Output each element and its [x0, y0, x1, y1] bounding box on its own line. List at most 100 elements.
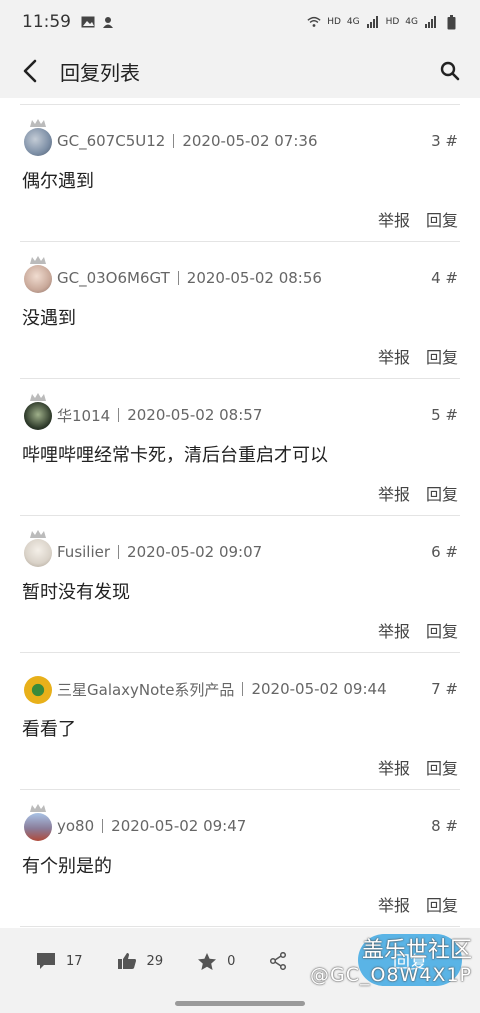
like-button[interactable]: 29 — [117, 952, 163, 970]
gallery-icon — [81, 15, 95, 29]
reply-list[interactable]: GC_607C5U12 2020-05-02 07:36 3 # 偶尔遇到 举报… — [0, 98, 480, 928]
separator — [118, 408, 120, 422]
separator — [173, 134, 175, 148]
reply-actions: 举报 回复 — [378, 755, 458, 779]
reply-actions: 举报 回复 — [378, 892, 458, 916]
watermark-user: @GC_O8W4X1P — [310, 964, 472, 986]
separator — [242, 682, 244, 696]
app-notification-icon — [101, 15, 115, 29]
reply-button[interactable]: 回复 — [426, 755, 458, 779]
status-bar: 11:59 HD 4G HD 4G — [0, 0, 480, 44]
post-time: 2020-05-02 08:57 — [127, 406, 263, 424]
reply-meta: yo80 2020-05-02 09:47 8 # — [22, 804, 458, 842]
network-label-1: 4G — [346, 17, 360, 27]
avatar-image — [24, 402, 52, 430]
post-time: 2020-05-02 08:56 — [186, 269, 322, 287]
chevron-left-icon — [23, 59, 37, 83]
reply-item: Fusilier 2020-05-02 09:07 6 # 暂时没有发现 举报 … — [0, 516, 480, 653]
reply-actions: 举报 回复 — [378, 207, 458, 231]
crown-icon — [30, 393, 46, 401]
reply-content: 哔哩哔哩经常卡死，清后台重启才可以 — [22, 445, 328, 466]
avatar[interactable] — [22, 804, 54, 842]
reply-meta: GC_607C5U12 2020-05-02 07:36 3 # — [22, 119, 458, 157]
floor-number: 5 # — [431, 406, 458, 424]
user-name[interactable]: 华1014 — [57, 405, 110, 426]
reply-item: GC_607C5U12 2020-05-02 07:36 3 # 偶尔遇到 举报… — [0, 105, 480, 242]
hd-label-1: HD — [327, 17, 341, 27]
hd-label-2: HD — [385, 17, 400, 27]
floor-number: 4 # — [431, 269, 458, 287]
home-indicator[interactable] — [175, 1001, 305, 1006]
separator — [118, 545, 120, 559]
avatar[interactable] — [22, 119, 54, 157]
floor-number: 6 # — [431, 543, 458, 561]
comment-icon — [37, 953, 55, 969]
report-button[interactable]: 举报 — [378, 618, 410, 642]
reply-button[interactable]: 回复 — [426, 344, 458, 368]
report-button[interactable]: 举报 — [378, 755, 410, 779]
search-icon — [440, 61, 460, 81]
signal-icon-2 — [424, 15, 438, 29]
avatar[interactable] — [22, 393, 54, 431]
wifi-icon — [307, 15, 321, 29]
reply-button[interactable]: 回复 — [426, 207, 458, 231]
reply-content: 有个别是的 — [22, 856, 112, 877]
avatar-image — [24, 539, 52, 567]
user-name[interactable]: GC_03O6M6GT — [57, 269, 170, 287]
reply-button[interactable]: 回复 — [426, 892, 458, 916]
star-icon — [198, 952, 217, 970]
floor-number: 3 # — [431, 132, 458, 150]
share-button[interactable] — [269, 952, 287, 970]
report-button[interactable]: 举报 — [378, 481, 410, 505]
reply-button[interactable]: 回复 — [426, 618, 458, 642]
share-icon — [270, 952, 287, 970]
favorite-count: 0 — [227, 953, 236, 969]
avatar[interactable] — [22, 673, 54, 705]
page-title: 回复列表 — [60, 60, 140, 85]
reply-meta: Fusilier 2020-05-02 09:07 6 # — [22, 530, 458, 568]
back-button[interactable] — [0, 44, 60, 98]
avatar-image — [24, 128, 52, 156]
reply-content: 没遇到 — [22, 308, 76, 329]
crown-icon — [30, 530, 46, 538]
avatar[interactable] — [22, 530, 54, 568]
report-button[interactable]: 举报 — [378, 207, 410, 231]
reply-button[interactable]: 回复 — [426, 481, 458, 505]
reply-item: GC_03O6M6GT 2020-05-02 08:56 4 # 没遇到 举报 … — [0, 242, 480, 379]
post-time: 2020-05-02 09:47 — [111, 817, 247, 835]
status-notification-icons — [81, 15, 115, 29]
bottom-action-bar: 17 29 0 回复 盖乐世社区 @GC_O8W4X1P — [0, 928, 480, 1013]
post-time: 2020-05-02 09:07 — [127, 543, 263, 561]
reply-item: 华1014 2020-05-02 08:57 5 # 哔哩哔哩经常卡死，清后台重… — [0, 379, 480, 516]
user-name[interactable]: GC_607C5U12 — [57, 132, 165, 150]
separator — [102, 819, 104, 833]
reply-content: 看看了 — [22, 719, 76, 740]
reply-meta: 华1014 2020-05-02 08:57 5 # — [22, 393, 458, 431]
user-name[interactable]: yo80 — [57, 817, 94, 835]
crown-icon — [30, 119, 46, 127]
user-name[interactable]: Fusilier — [57, 543, 110, 561]
user-name[interactable]: 三星GalaxyNote系列产品 — [57, 679, 234, 700]
separator — [177, 271, 179, 285]
comment-count: 17 — [66, 953, 83, 969]
comment-count-button[interactable]: 17 — [36, 952, 83, 970]
status-right-icons: HD 4G HD 4G — [307, 14, 458, 29]
app-header: 回复列表 — [0, 44, 480, 98]
status-time: 11:59 — [22, 12, 71, 32]
report-button[interactable]: 举报 — [378, 892, 410, 916]
reply-item: yo80 2020-05-02 09:47 8 # 有个别是的 举报 回复 — [0, 790, 480, 927]
avatar[interactable] — [22, 256, 54, 294]
reply-actions: 举报 回复 — [378, 618, 458, 642]
floor-number: 8 # — [431, 817, 458, 835]
favorite-button[interactable]: 0 — [197, 952, 235, 971]
watermark: 盖乐世社区 @GC_O8W4X1P — [310, 932, 472, 986]
reply-item: 三星GalaxyNote系列产品 2020-05-02 09:44 7 # 看看… — [0, 653, 480, 790]
search-button[interactable] — [420, 44, 480, 98]
reply-actions: 举报 回复 — [378, 481, 458, 505]
report-button[interactable]: 举报 — [378, 344, 410, 368]
network-label-2: 4G — [405, 17, 418, 27]
thumbs-up-icon — [117, 953, 136, 969]
avatar-image — [24, 813, 52, 841]
avatar-image — [24, 676, 52, 704]
post-time: 2020-05-02 07:36 — [182, 132, 318, 150]
